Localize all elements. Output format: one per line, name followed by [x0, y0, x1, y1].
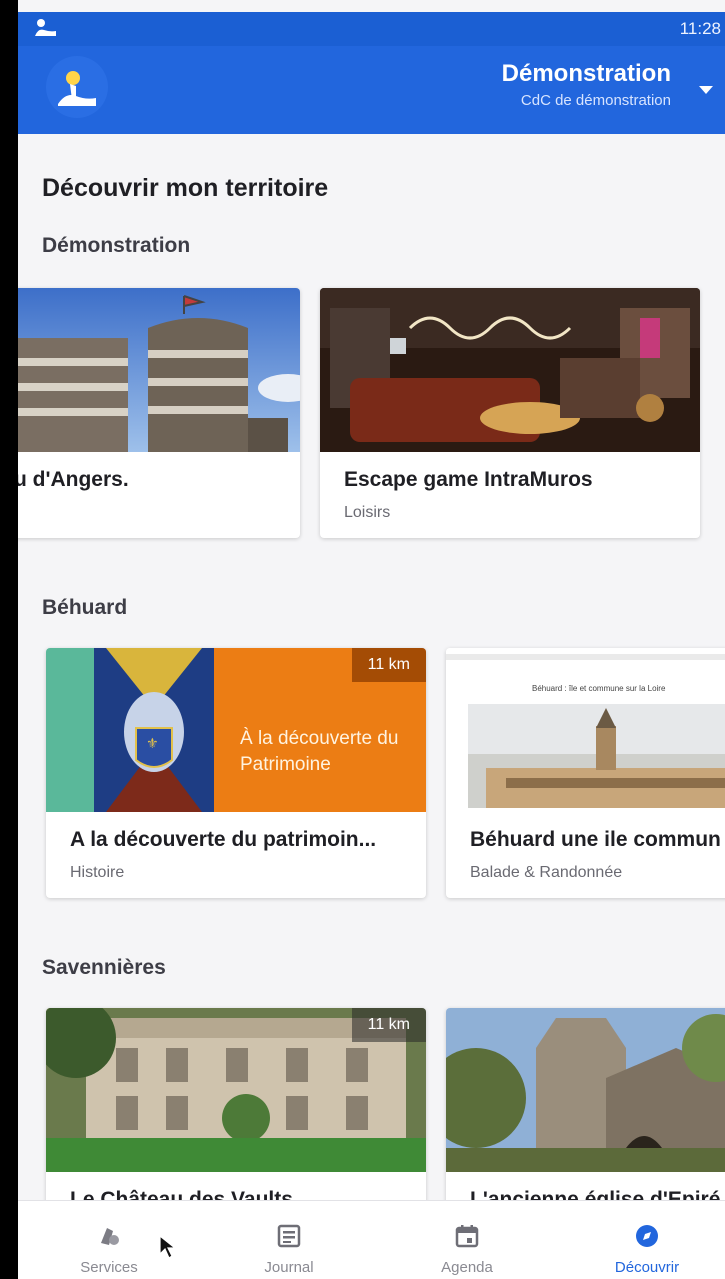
- place-card-title: A la découverte du patrimoin...: [70, 828, 377, 851]
- header-subtitle: CdC de démonstration: [520, 92, 671, 109]
- place-card-escape-game[interactable]: Escape game IntraMuros Loisirs: [320, 288, 700, 538]
- place-card-category: Histoire: [70, 864, 125, 881]
- app-notification-icon: [35, 19, 56, 36]
- place-card-patrimoine[interactable]: ⚜ À la découverte du Patrimoine 11 km A …: [46, 648, 426, 898]
- header-title: Démonstration: [501, 60, 671, 87]
- services-icon: [101, 1228, 119, 1245]
- nav-label: Découvrir: [614, 1259, 680, 1276]
- place-image-church: [446, 1008, 725, 1172]
- place-card-category: Balade & Randonnée: [470, 864, 623, 881]
- place-card-title: u d'Angers.: [18, 468, 129, 491]
- section-title-demonstration: Démonstration: [42, 234, 191, 257]
- nav-label: Services: [80, 1259, 138, 1276]
- nav-agenda[interactable]: Agenda: [402, 1201, 532, 1279]
- status-bar: 11:28: [18, 12, 725, 46]
- nav-label: Journal: [264, 1259, 314, 1276]
- page-title: Découvrir mon territoire: [42, 174, 329, 202]
- place-card-behuard-ile[interactable]: Béhuard : île et commune sur la Loire Bé…: [446, 648, 725, 898]
- place-image-behuard-web: Béhuard : île et commune sur la Loire: [446, 648, 725, 812]
- place-card-title: Béhuard une ile commun: [470, 828, 721, 851]
- place-card-title: Escape game IntraMuros: [344, 468, 593, 491]
- journal-icon: [277, 1224, 301, 1248]
- bottom-navigation: Services Journal Agenda Découvrir: [18, 1200, 725, 1279]
- nav-journal[interactable]: Journal: [224, 1201, 354, 1279]
- place-card-category: Loisirs: [344, 504, 391, 521]
- app-header: Démonstration CdC de démonstration: [18, 46, 725, 134]
- nav-label: Agenda: [441, 1259, 493, 1276]
- app-screen: 11:28 Démonstration CdC de démonstration…: [18, 0, 725, 1279]
- place-image-chateau: 11 km: [46, 1008, 426, 1172]
- distance-badge: 11 km: [351, 1008, 426, 1042]
- clock: 11:28: [679, 19, 721, 38]
- calendar-icon: [455, 1225, 479, 1248]
- community-selector[interactable]: Démonstration CdC de démonstration: [502, 60, 671, 109]
- nav-services[interactable]: Services: [44, 1201, 174, 1279]
- place-card-angers[interactable]: u d'Angers.: [18, 288, 300, 538]
- compass-icon: [636, 1225, 658, 1247]
- behuard-page-heading: Béhuard : île et commune sur la Loire: [532, 684, 666, 693]
- place-image-patrimoine: ⚜ À la découverte du Patrimoine 11 km: [46, 648, 426, 812]
- nav-decouvrir[interactable]: Découvrir: [582, 1201, 712, 1279]
- logo-icon: [58, 71, 96, 106]
- patrimoine-image-caption: À la découverte du Patrimoine: [240, 728, 399, 775]
- section-title-behuard: Béhuard: [42, 596, 128, 619]
- place-image-castle: [18, 288, 300, 452]
- place-image-escape-room: [320, 288, 700, 452]
- svg-text:⚜: ⚜: [146, 736, 159, 752]
- app-logo[interactable]: [46, 56, 108, 118]
- dropdown-caret-icon[interactable]: [699, 86, 713, 94]
- mouse-cursor-icon: [159, 1234, 177, 1259]
- distance-badge: 11 km: [351, 648, 426, 682]
- section-title-savennieres: Savennières: [42, 956, 166, 979]
